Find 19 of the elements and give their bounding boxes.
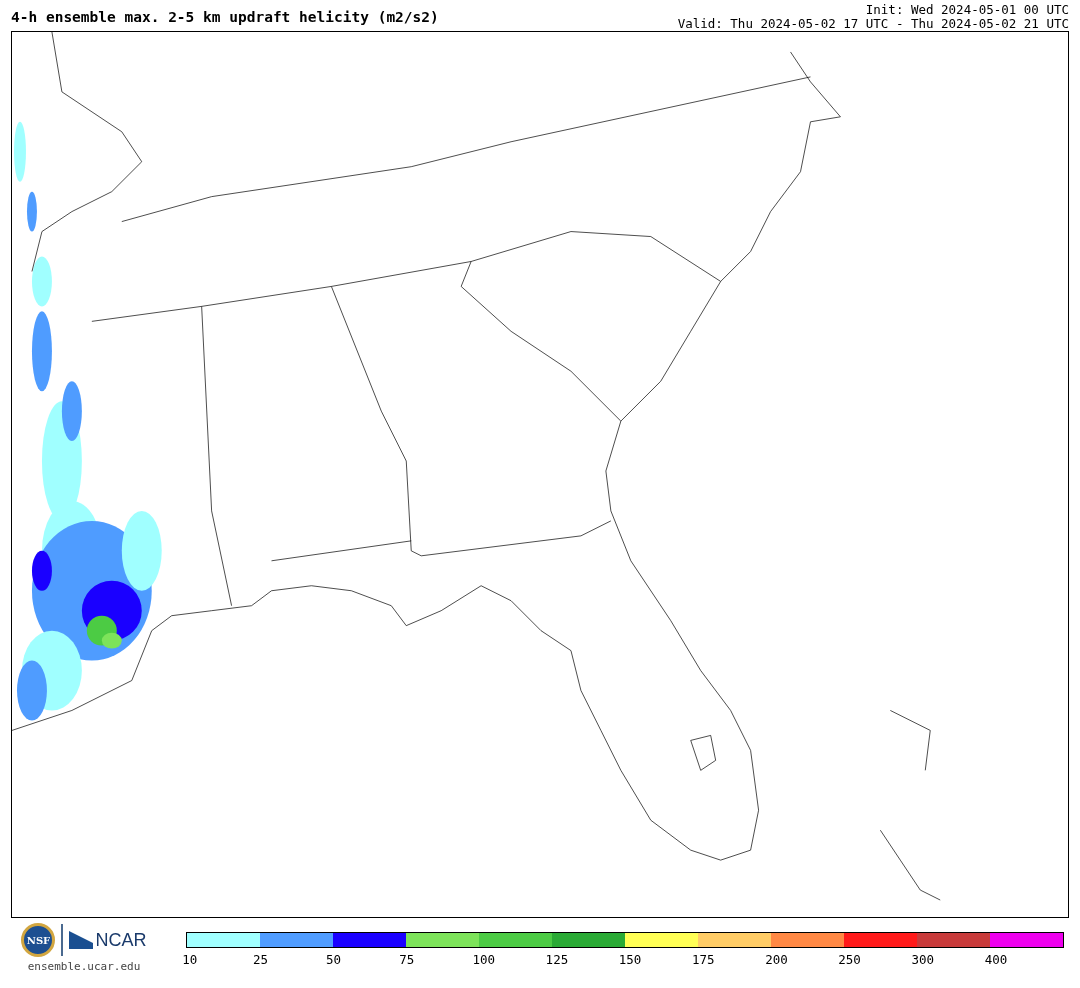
tick-label: 300 <box>911 952 935 967</box>
tick-label: 400 <box>984 952 1008 967</box>
seal-logo: NSF <box>21 923 56 957</box>
ncar-logo: NCAR <box>69 929 147 951</box>
tick-label: 125 <box>545 952 569 967</box>
plot-title: 4-h ensemble max. 2-5 km updraft helicity (m2/s2) <box>11 9 439 25</box>
tick-label: 175 <box>691 952 715 967</box>
wedge-icon <box>69 931 94 949</box>
tick-label: 150 <box>618 952 642 967</box>
init-time: Init: Wed 2024-05-01 00 UTC <box>864 3 1069 17</box>
tick-label: 50 <box>326 952 342 967</box>
tick-label: 10 <box>182 952 198 967</box>
tick-label: 75 <box>399 952 415 967</box>
tick-label: 25 <box>252 952 268 967</box>
tick-label: 250 <box>838 952 861 967</box>
tick-label: 200 <box>765 952 788 967</box>
site-address: ensemble.ucar.edu <box>27 960 141 973</box>
tick-label: 100 <box>472 952 495 967</box>
valid-time: Valid: Thu 2024-05-02 17 UTC - Thu 2024-05-02 21 UTC <box>677 17 1069 31</box>
